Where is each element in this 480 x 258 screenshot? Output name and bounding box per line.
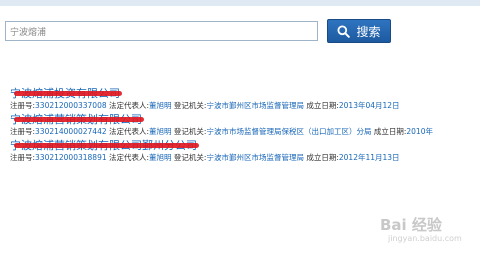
baidu-jingyan-watermark: Bai 经验 jingyan.baidu.com (362, 208, 477, 248)
result-item: 宁波熔浦营销策划有限公司鄞州分公司 注册号:330212000318891 法定… (10, 134, 400, 163)
search-button[interactable]: 搜索 (327, 19, 391, 43)
redaction-mark (14, 117, 144, 122)
result-meta: 注册号:330212000318891 法定代表人:董旭明 登记机关:宁波市鄞州… (10, 153, 400, 162)
search-button-label: 搜索 (356, 24, 381, 39)
redaction-mark (14, 91, 122, 96)
company-link[interactable]: 宁波熔浦投资有限公司 (10, 85, 122, 101)
watermark-brand: Bai 经验 (380, 216, 442, 234)
result-item: 宁波熔浦营销策划有限公司 注册号:330214000027442 法定代表人:董… (10, 108, 433, 137)
search-input[interactable] (5, 21, 318, 41)
search-icon (337, 25, 351, 38)
watermark-url: jingyan.baidu.com (388, 234, 462, 243)
company-link[interactable]: 宁波熔浦营销策划有限公司 (10, 111, 144, 127)
redaction-mark (14, 143, 199, 148)
result-item: 宁波熔浦投资有限公司 注册号:330212000337008 法定代表人:董旭明… (10, 82, 400, 111)
top-bar (0, 0, 480, 6)
company-link[interactable]: 宁波熔浦营销策划有限公司鄞州分公司 (10, 137, 199, 153)
